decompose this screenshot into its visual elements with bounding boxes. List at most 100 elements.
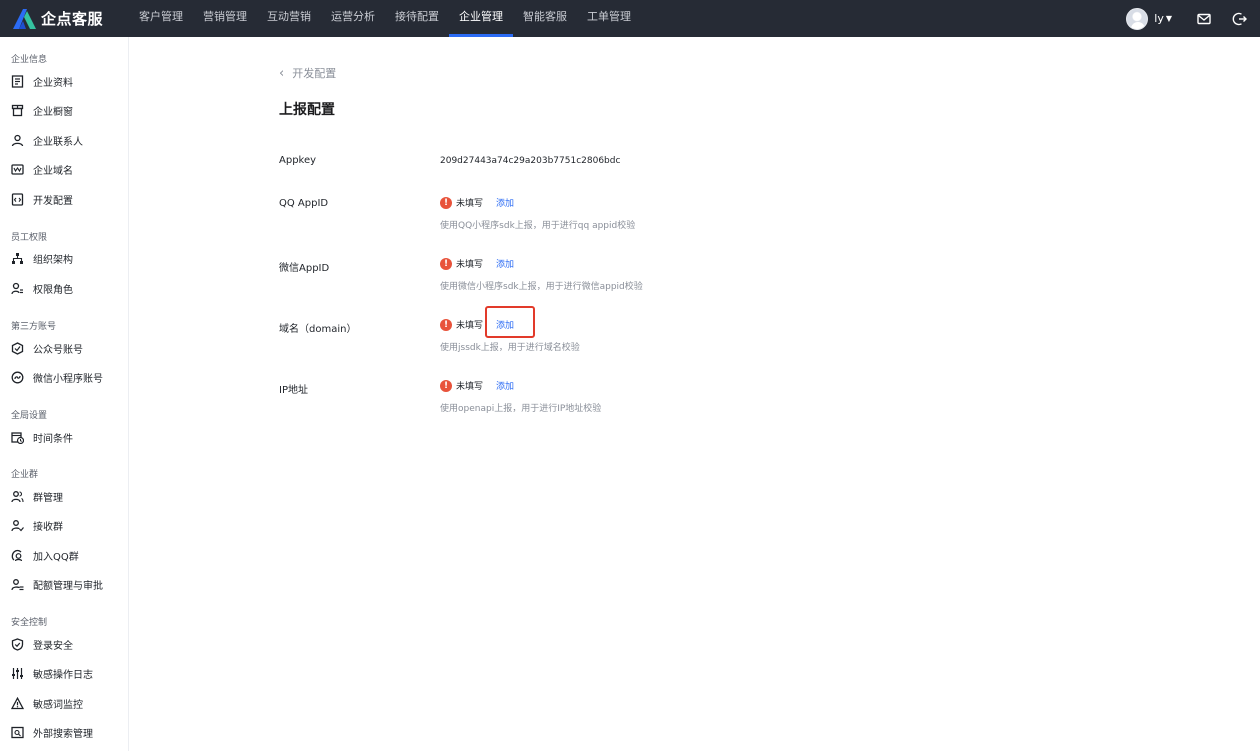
sidebar-group-title: 第三方账号 — [11, 322, 57, 332]
role-icon — [11, 282, 23, 294]
logo-icon — [13, 8, 36, 29]
sidebar-item-label: 微信小程序账号 — [33, 373, 103, 385]
nav-item-reception[interactable]: 接待配置 — [385, 0, 449, 37]
sidebar-item-receive-group[interactable]: 接收群 — [11, 516, 63, 534]
sidebar-item-time-conditions[interactable]: 时间条件 — [11, 428, 73, 446]
wechat-appid-status: ! 未填写 添加 — [440, 257, 514, 270]
receive-group-icon — [11, 519, 24, 531]
contact-icon — [11, 134, 24, 146]
caret-down-icon[interactable]: ▼ — [1166, 14, 1172, 23]
domain-label: 域名（domain） — [279, 324, 357, 335]
wechat-appid-add-link[interactable]: 添加 — [496, 257, 514, 270]
user-name[interactable]: ly — [1154, 12, 1164, 25]
sidebar-item-label: 时间条件 — [33, 433, 73, 445]
sidebar-item-label: 群管理 — [33, 492, 63, 504]
sidebar-item-label: 企业资料 — [33, 77, 73, 89]
sidebar-group-title: 全局设置 — [11, 411, 48, 421]
join-qq-group-icon — [11, 549, 23, 561]
sidebar-item-external-search[interactable]: 外部搜索管理 — [11, 723, 93, 741]
sidebar-group-title: 员工权限 — [11, 233, 48, 243]
sidebar-item-label: 企业联系人 — [33, 136, 83, 148]
ip-address-add-link[interactable]: 添加 — [496, 379, 514, 392]
quota-icon — [11, 578, 24, 590]
sidebar-item-sensitive-word-monitor[interactable]: 敏感词监控 — [11, 694, 83, 712]
back-label: 开发配置 — [292, 67, 337, 80]
sidebar-item-label: 外部搜索管理 — [33, 728, 93, 740]
nav-item-tickets[interactable]: 工单管理 — [577, 0, 641, 37]
sidebar-item-official-account[interactable]: 公众号账号 — [11, 339, 83, 357]
sidebar-item-label: 配额管理与审批 — [33, 580, 103, 592]
calendar-clock-icon — [11, 431, 24, 444]
org-chart-icon — [12, 252, 23, 264]
nav-item-enterprise[interactable]: 企业管理 — [449, 0, 514, 37]
code-icon — [11, 192, 24, 206]
sidebar-item-login-security[interactable]: 登录安全 — [11, 635, 73, 653]
highlight-box — [485, 306, 535, 338]
product-logo[interactable]: 企点客服 — [11, 0, 103, 37]
mail-icon — [1197, 13, 1211, 24]
top-navigation-bar: 企点客服 客户管理 营销管理 互动营销 运营分析 接待配置 企业管理 智能客服 … — [0, 0, 1260, 37]
mail-button[interactable] — [1196, 11, 1212, 27]
nav-item-marketing[interactable]: 营销管理 — [193, 0, 257, 37]
sidebar-item-company-profile[interactable]: 企业资料 — [11, 72, 73, 90]
domain-hint: 使用jssdk上报，用于进行域名校验 — [440, 343, 580, 353]
nav-item-analytics[interactable]: 运营分析 — [321, 0, 385, 37]
logout-button[interactable] — [1232, 11, 1248, 27]
sidebar-item-org-structure[interactable]: 组织架构 — [11, 249, 73, 267]
qq-appid-add-link[interactable]: 添加 — [496, 196, 514, 209]
avatar[interactable] — [1126, 7, 1149, 30]
qq-appid-hint: 使用QQ小程序sdk上报，用于进行qq appid校验 — [440, 221, 636, 231]
sidebar-item-label: 组织架构 — [33, 254, 73, 266]
nav-item-customer[interactable]: 客户管理 — [129, 0, 193, 37]
sidebar-item-company-contact[interactable]: 企业联系人 — [11, 131, 83, 149]
mini-program-icon — [11, 371, 24, 383]
qq-appid-status: ! 未填写 添加 — [440, 196, 514, 209]
sidebar-item-group-management[interactable]: 群管理 — [11, 487, 63, 505]
sidebar-item-label: 企业橱窗 — [33, 106, 73, 118]
ip-address-label: IP地址 — [279, 385, 308, 396]
page-title: 上报配置 — [279, 102, 335, 118]
sliders-icon — [12, 667, 23, 679]
sidebar-item-label: 开发配置 — [33, 195, 73, 207]
sidebar-item-company-domain[interactable]: 企业域名 — [11, 160, 73, 178]
logo-text: 企点客服 — [41, 10, 104, 28]
error-icon: ! — [440, 257, 452, 270]
logout-icon — [1232, 12, 1247, 25]
sidebar-item-company-showcase[interactable]: 企业橱窗 — [11, 101, 73, 119]
main-nav: 客户管理 营销管理 互动营销 运营分析 接待配置 企业管理 智能客服 工单管理 — [129, 0, 641, 37]
qq-appid-label: QQ AppID — [279, 198, 329, 209]
sidebar-group-title: 企业群 — [11, 470, 39, 480]
group-icon — [11, 490, 24, 502]
chevron-left-icon: ‹ — [279, 65, 285, 81]
sidebar-item-label: 企业域名 — [33, 165, 73, 177]
status-text: 未填写 — [456, 382, 484, 392]
ip-address-status: ! 未填写 添加 — [440, 379, 514, 392]
official-account-icon — [11, 341, 24, 355]
error-icon: ! — [440, 196, 452, 209]
sidebar-item-label: 接收群 — [33, 521, 63, 533]
sidebar-group-title: 企业信息 — [11, 55, 48, 65]
sidebar-item-label: 加入QQ群 — [33, 551, 79, 563]
storefront-icon — [11, 104, 24, 116]
sidebar-group-title: 安全控制 — [11, 618, 48, 628]
back-link[interactable]: ‹ 开发配置 — [279, 65, 336, 81]
appkey-label: Appkey — [279, 155, 317, 166]
sidebar-item-dev-config[interactable]: 开发配置 — [11, 190, 73, 208]
sidebar-item-mini-program[interactable]: 微信小程序账号 — [11, 368, 103, 386]
wechat-appid-hint: 使用微信小程序sdk上报，用于进行微信appid校验 — [440, 282, 643, 292]
nav-item-interactive-marketing[interactable]: 互动营销 — [257, 0, 321, 37]
status-text: 未填写 — [456, 321, 484, 331]
sidebar-item-label: 敏感词监控 — [33, 699, 83, 711]
sidebar-item-roles[interactable]: 权限角色 — [11, 279, 73, 297]
sidebar-item-label: 登录安全 — [33, 640, 73, 652]
ip-address-hint: 使用openapi上报，用于进行IP地址校验 — [440, 404, 602, 414]
nav-item-smart-service[interactable]: 智能客服 — [513, 0, 577, 37]
domain-icon — [11, 163, 24, 175]
sidebar-item-quota-approval[interactable]: 配额管理与审批 — [11, 575, 103, 593]
document-icon — [11, 74, 24, 88]
sidebar-item-label: 公众号账号 — [33, 344, 83, 356]
status-text: 未填写 — [456, 199, 484, 209]
error-icon: ! — [440, 379, 452, 392]
sidebar-item-sensitive-op-log[interactable]: 敏感操作日志 — [11, 664, 93, 682]
sidebar-item-join-qq-group[interactable]: 加入QQ群 — [11, 546, 79, 564]
